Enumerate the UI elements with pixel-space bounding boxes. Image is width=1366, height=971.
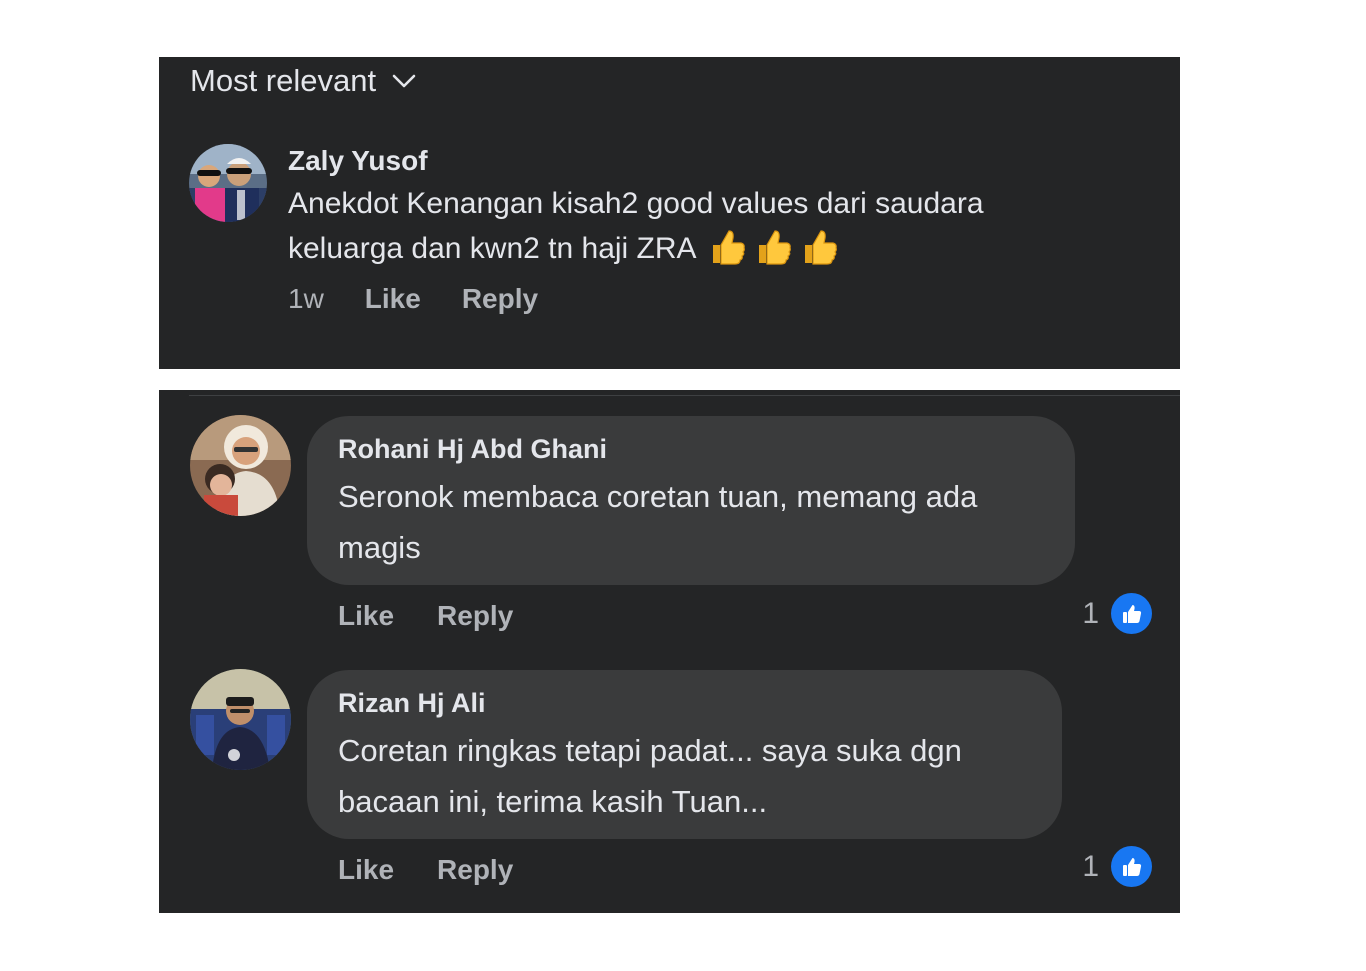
reply-button[interactable]: Reply <box>462 283 538 315</box>
comment-text-line: Coretan ringkas tetapi padat... saya suk… <box>338 733 962 768</box>
like-button[interactable]: Like <box>365 283 421 315</box>
reply-button[interactable]: Reply <box>437 600 513 632</box>
comment-bubble: Rizan Hj Ali Coretan ringkas tetapi pada… <box>307 670 1062 839</box>
comment-author[interactable]: Zaly Yusof <box>288 145 428 177</box>
comment-text: Coretan ringkas tetapi padat... saya suk… <box>338 725 962 827</box>
comment-author[interactable]: Rohani Hj Abd Ghani <box>338 434 607 465</box>
comment-text: Anekdot Kenangan kisah2 good values dari… <box>288 181 1088 271</box>
divider <box>189 395 1180 396</box>
comment-text-line: Seronok membaca coretan tuan, memang ada <box>338 479 978 514</box>
like-reaction-icon <box>1111 593 1152 634</box>
sort-dropdown[interactable]: Most relevant <box>190 63 416 99</box>
comment-text: Seronok membaca coretan tuan, memang ada… <box>338 471 977 573</box>
comment-bubble: Rohani Hj Abd Ghani Seronok membaca core… <box>307 416 1075 585</box>
comment-actions: Like Reply <box>338 854 513 886</box>
reply-button[interactable]: Reply <box>437 854 513 886</box>
comment-text-fragment: keluarga dan kwn2 tn haji ZRA <box>288 232 697 265</box>
comment-panel-bottom: Rohani Hj Abd Ghani Seronok membaca core… <box>159 390 1180 913</box>
reaction-count: 1 <box>1082 596 1099 630</box>
sort-label: Most relevant <box>190 63 377 98</box>
avatar[interactable] <box>190 669 291 770</box>
like-button[interactable]: Like <box>338 854 394 886</box>
chevron-down-icon <box>392 74 416 88</box>
like-button[interactable]: Like <box>338 600 394 632</box>
thumbs-up-icon <box>758 230 791 265</box>
thumbs-up-emoji-group <box>707 227 839 267</box>
comment-panel-top: Most relevant Zaly Yusof Anekdot Kenanga… <box>159 57 1180 369</box>
avatar[interactable] <box>189 144 267 222</box>
reaction-count: 1 <box>1082 849 1099 883</box>
like-reaction-icon <box>1111 846 1152 887</box>
thumbs-up-icon <box>712 230 745 265</box>
comment-actions: 1w Like Reply <box>288 283 538 315</box>
comment-text-line: Anekdot Kenangan kisah2 good values dari… <box>288 187 984 220</box>
comment-text-line: bacaan ini, terima kasih Tuan... <box>338 784 768 819</box>
comment-author[interactable]: Rizan Hj Ali <box>338 688 486 719</box>
reaction-summary[interactable]: 1 <box>1082 846 1152 887</box>
thumbs-up-icon <box>804 230 837 265</box>
comment-text-line: keluarga dan kwn2 tn haji ZRA <box>288 226 1088 271</box>
reaction-summary[interactable]: 1 <box>1082 593 1152 634</box>
comment-actions: Like Reply <box>338 600 513 632</box>
avatar[interactable] <box>190 415 291 516</box>
comment-text-line: magis <box>338 530 421 565</box>
comment-timestamp[interactable]: 1w <box>288 283 324 315</box>
